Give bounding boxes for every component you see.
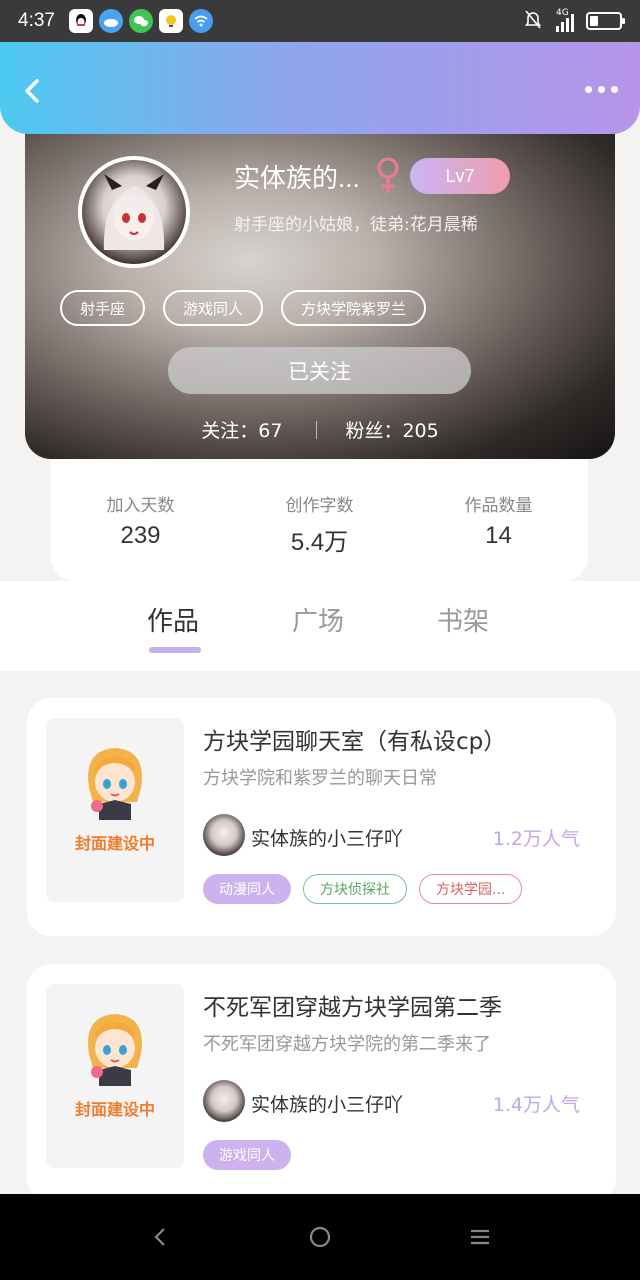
divider — [316, 420, 318, 439]
work-desc: 方块学院和紫罗兰的聊天日常 — [203, 768, 437, 789]
work-card[interactable]: 封面建设中 方块学园聊天室（有私设cp） 方块学院和紫罗兰的聊天日常 实体族的小… — [27, 698, 616, 936]
stat-word-count: 创作字数 5.4万 — [240, 491, 400, 581]
work-cover[interactable]: 封面建设中 — [46, 984, 184, 1168]
work-tag[interactable]: 方块侦探社 — [303, 874, 407, 904]
signal-label: 4G — [556, 8, 569, 18]
notification-icons — [68, 9, 213, 33]
status-right: 4G — [522, 8, 625, 34]
follow-button[interactable]: 已关注 — [168, 347, 471, 394]
more-dot — [598, 86, 605, 93]
followers-count[interactable]: 粉丝：205 — [345, 416, 438, 443]
tab-active-indicator — [149, 647, 201, 653]
bio: 射手座的小姑娘，徒弟:花月晨稀 — [234, 215, 478, 235]
status-time: 4:37 — [18, 10, 55, 31]
mute-bell-icon — [522, 8, 544, 34]
author-name[interactable]: 实体族的小三仔吖 — [251, 1090, 403, 1117]
stat-label: 加入天数 — [106, 496, 175, 516]
tab-square[interactable]: 广场 — [292, 601, 344, 638]
profile-card: 实体族的... Lv7 射手座的小姑娘，徒弟:花月晨稀 射手座 游戏同人 方块学… — [25, 118, 615, 459]
work-title[interactable]: 不死军团穿越方块学园第二季 — [203, 988, 502, 1022]
follow-stats: 关注：67 粉丝：205 — [25, 416, 615, 443]
avatar[interactable] — [78, 156, 190, 268]
profile-tag[interactable]: 游戏同人 — [163, 290, 264, 326]
level-badge: Lv7 — [410, 158, 510, 194]
avatar-image — [103, 174, 165, 250]
status-bar: 4:37 4G — [0, 0, 640, 42]
chevron-left-icon — [25, 79, 39, 103]
work-tag[interactable]: 游戏同人 — [203, 1140, 291, 1170]
author-name[interactable]: 实体族的小三仔吖 — [251, 824, 403, 851]
wechat-icon — [128, 9, 153, 33]
work-cover[interactable]: 封面建设中 — [46, 718, 184, 902]
wifi-icon — [188, 9, 213, 33]
nickname: 实体族的... — [234, 163, 360, 193]
stat-value: 239 — [120, 522, 161, 549]
work-tags: 游戏同人 — [203, 1140, 291, 1170]
header-bar — [0, 42, 640, 134]
stat-value: 5.4万 — [290, 529, 349, 556]
work-tag[interactable]: 方块学园... — [419, 874, 523, 904]
stats-card: 加入天数 239 创作字数 5.4万 作品数量 14 — [51, 459, 588, 581]
work-card[interactable]: 封面建设中 不死军团穿越方块学园第二季 不死军团穿越方块学院的第二季来了 实体族… — [27, 964, 616, 1202]
tab-bookshelf[interactable]: 书架 — [437, 601, 489, 638]
tab-bar: 作品 广场 书架 — [0, 581, 640, 671]
work-desc: 不死军团穿越方块学院的第二季来了 — [203, 1034, 491, 1055]
following-count[interactable]: 关注：67 — [201, 416, 282, 443]
work-tags: 动漫同人 方块侦探社 方块学园... — [203, 874, 523, 904]
author-avatar[interactable] — [203, 814, 245, 856]
more-button[interactable] — [585, 86, 618, 93]
profile-tags: 射手座 游戏同人 方块学院紫罗兰 — [60, 290, 427, 326]
cover-text: 封面建设中 — [74, 1100, 155, 1119]
work-title[interactable]: 方块学园聊天室（有私设cp） — [203, 722, 506, 756]
author-avatar[interactable] — [203, 1080, 245, 1122]
cover-placeholder-image — [88, 748, 142, 820]
battery-fill — [590, 16, 598, 26]
system-nav-bar — [0, 1194, 640, 1280]
profile-tag[interactable]: 方块学院紫罗兰 — [281, 290, 427, 326]
bulletin-icon — [158, 9, 183, 33]
stat-label: 作品数量 — [464, 496, 533, 516]
signal-icon: 4G — [556, 8, 574, 32]
stat-work-count: 作品数量 14 — [419, 491, 579, 581]
nav-back-button[interactable] — [140, 1217, 180, 1257]
nav-menu-button[interactable] — [460, 1217, 500, 1257]
cover-text: 封面建设中 — [74, 834, 155, 853]
popularity: 1.2万人气 — [492, 828, 580, 850]
profile-tag[interactable]: 射手座 — [60, 290, 146, 326]
cover-placeholder-image — [88, 1014, 142, 1086]
work-tag[interactable]: 动漫同人 — [203, 874, 291, 904]
stat-label: 创作字数 — [285, 496, 354, 516]
nav-home-button[interactable] — [300, 1217, 340, 1257]
home-circle-icon — [309, 1226, 331, 1248]
back-button[interactable] — [18, 76, 48, 106]
tab-works[interactable]: 作品 — [147, 601, 199, 638]
more-dot — [585, 86, 592, 93]
battery-icon — [586, 12, 625, 30]
qq-icon — [68, 9, 93, 33]
more-dot — [611, 86, 618, 93]
stat-value: 14 — [485, 522, 512, 549]
menu-lines-icon — [471, 1229, 489, 1245]
back-triangle-icon — [154, 1228, 165, 1246]
female-symbol-icon — [374, 156, 402, 196]
weibo-icon — [98, 9, 123, 33]
popularity: 1.4万人气 — [492, 1094, 580, 1116]
stat-join-days: 加入天数 239 — [61, 491, 221, 581]
